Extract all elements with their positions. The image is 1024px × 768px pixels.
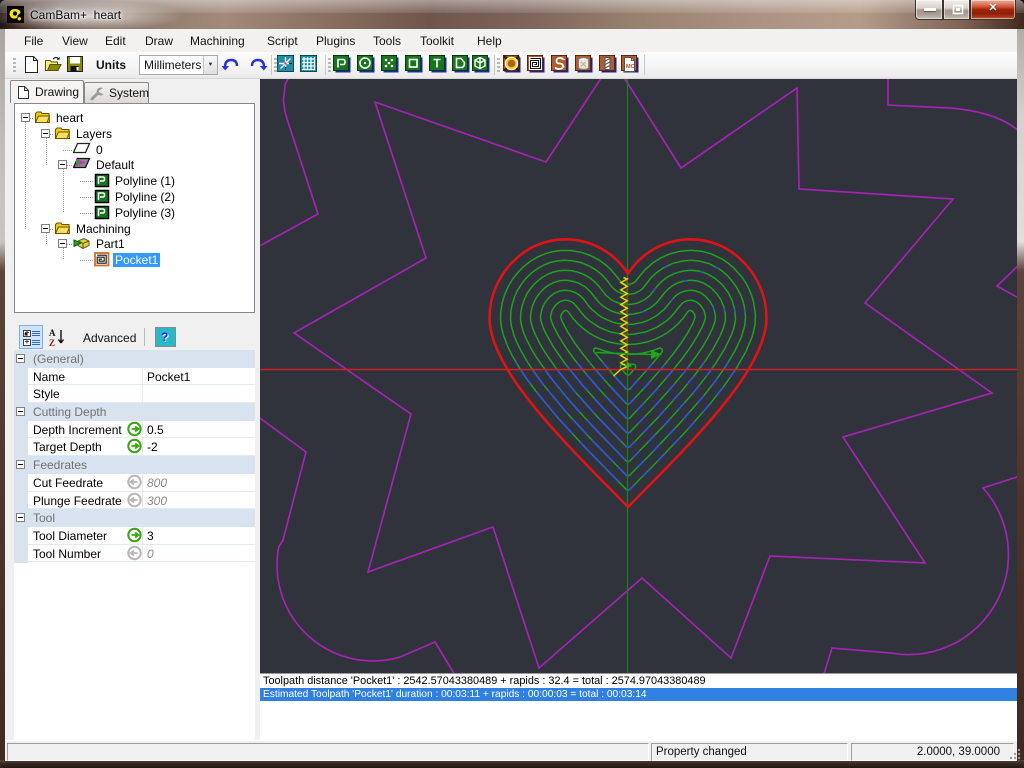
svg-text:MC: MC — [626, 64, 635, 70]
svg-text:Z: Z — [49, 338, 55, 348]
svg-text:A: A — [49, 328, 56, 338]
